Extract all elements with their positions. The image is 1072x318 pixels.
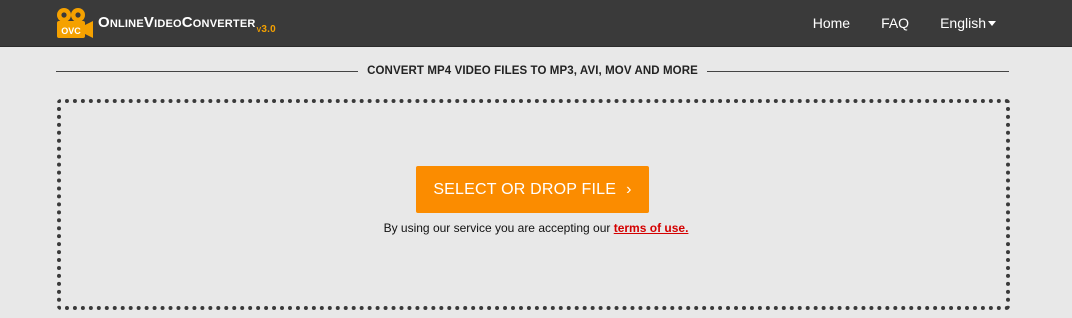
top-navigation-bar: OVC OnlineVideoConverterv3.0 Home FAQ En…: [0, 0, 1072, 47]
site-logo-link[interactable]: OVC OnlineVideoConverterv3.0: [56, 7, 276, 41]
main-nav: Home FAQ English: [782, 0, 996, 46]
terms-prefix-text: By using our service you are accepting o…: [383, 221, 611, 235]
nav-home-link[interactable]: Home: [813, 15, 850, 31]
terms-notice: By using our service you are accepting o…: [0, 221, 1072, 235]
caret-down-icon: [988, 20, 996, 26]
language-selector[interactable]: English: [940, 15, 996, 31]
logo-icon-text: OVC: [61, 26, 81, 36]
select-file-button-label: SELECT OR DROP FILE: [433, 180, 617, 198]
headline-section: CONVERT MP4 VIDEO FILES TO MP3, AVI, MOV…: [56, 62, 1009, 80]
select-file-button[interactable]: SELECT OR DROP FILE ›: [416, 166, 649, 213]
film-camera-icon: OVC: [56, 7, 94, 41]
page-headline: CONVERT MP4 VIDEO FILES TO MP3, AVI, MOV…: [367, 65, 698, 77]
brand-name-text: OnlineVideoConverter: [98, 13, 256, 31]
chevron-right-icon: ›: [626, 180, 632, 198]
language-label: English: [940, 15, 986, 31]
headline-divider-left: [56, 70, 359, 72]
nav-faq-link[interactable]: FAQ: [881, 15, 909, 31]
brand-name: OnlineVideoConverterv3.0: [98, 13, 276, 35]
terms-of-use-link[interactable]: terms of use.: [614, 221, 689, 235]
headline-divider-right: [706, 70, 1009, 72]
version-badge: v3.0: [256, 23, 276, 35]
